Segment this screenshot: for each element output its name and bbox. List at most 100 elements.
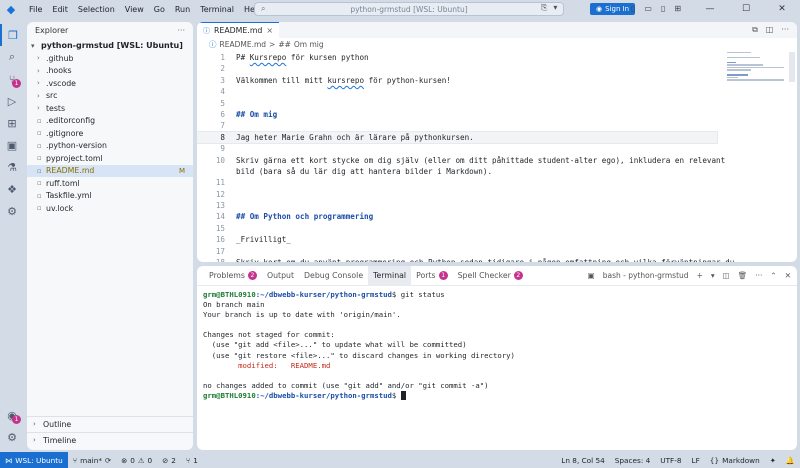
menu-go[interactable]: Go (149, 5, 170, 14)
breadcrumb-file[interactable]: README.md (220, 40, 267, 49)
code-line[interactable]: 2 (197, 63, 717, 74)
tab-debug-console[interactable]: Debug Console (299, 266, 368, 286)
maximize-panel-icon[interactable]: ⌃ (770, 271, 776, 280)
minimize-icon[interactable]: — (692, 0, 728, 18)
breadcrumb-section[interactable]: Om mig (294, 40, 324, 49)
code-line[interactable]: 16 _Frivilligt_ (197, 234, 717, 245)
close-icon[interactable]: ✕ (764, 0, 800, 18)
minimap[interactable] (727, 52, 787, 92)
menu-view[interactable]: View (120, 5, 149, 14)
timeline-section[interactable]: › Timeline (27, 432, 193, 447)
copilot-status-icon[interactable]: ✦ (765, 456, 781, 465)
close-icon[interactable]: ✕ (785, 271, 791, 280)
customize-layout-icon[interactable]: ⊞ (674, 4, 681, 13)
tree-file[interactable]: ▫ .editorconfig (27, 115, 193, 128)
encoding[interactable]: UTF-8 (655, 456, 686, 465)
code-line[interactable]: 3 Välkommen till mitt kursrepo för python… (197, 75, 717, 86)
source-control-icon[interactable]: ⑂ 1 (0, 68, 24, 90)
tree-file[interactable]: ▫ ruff.toml (27, 177, 193, 190)
run-debug-icon[interactable]: ▷ (0, 90, 24, 112)
more-actions-icon[interactable]: ··· (177, 26, 185, 35)
extensions-icon[interactable]: ⊞ (0, 112, 24, 134)
account-icon[interactable]: ◉ 1 (0, 404, 24, 426)
code-line[interactable]: 17 (197, 246, 717, 257)
tree-file[interactable]: ▫ .python-version (27, 140, 193, 153)
code-line[interactable]: 5 (197, 98, 717, 109)
command-center[interactable]: ⌕ python-grmstud [WSL: Ubuntu] (254, 2, 564, 16)
toggle-panel-icon[interactable]: ▭ (644, 4, 652, 13)
ports-indicator[interactable]: ⊘ 2 (157, 456, 181, 465)
tree-folder[interactable]: › .github (27, 52, 193, 65)
problems-indicator[interactable]: ⊗ 0 ⚠ 0 (116, 456, 157, 465)
cursor-position[interactable]: Ln 8, Col 54 (556, 456, 609, 465)
code-line[interactable]: bild (bara så du lär dig att hantera bil… (197, 166, 717, 177)
python-icon[interactable]: ❖ (0, 178, 24, 200)
spelling-squiggle[interactable]: Kursrepo (250, 53, 287, 62)
code-area[interactable]: 1 P# Kursrepo för kursen python 2 3 Välkomme… (197, 52, 735, 262)
code-line[interactable]: 7 (197, 120, 717, 131)
tree-folder[interactable]: › .hooks (27, 65, 193, 78)
tree-file[interactable]: ▫ README.md M (27, 164, 193, 177)
sync-icon[interactable]: ⟳ (105, 456, 111, 465)
new-terminal-icon[interactable]: + (697, 271, 703, 280)
code-line[interactable]: 13 (197, 200, 717, 211)
tab-spell-checker[interactable]: Spell Checker 2 (453, 266, 528, 286)
tab-terminal[interactable]: Terminal (368, 266, 412, 286)
settings-gear-icon[interactable]: ⚙ (0, 426, 24, 448)
trash-icon[interactable]: 🗑 (738, 271, 748, 280)
tree-folder[interactable]: › .vscode (27, 77, 193, 90)
more-actions-icon[interactable]: ··· (781, 25, 789, 35)
search-icon[interactable]: ⌕ (0, 46, 24, 68)
code-line[interactable]: 9 (197, 143, 717, 154)
code-line[interactable]: 14 ## Om Python och programmering (197, 211, 717, 222)
menu-edit[interactable]: Edit (47, 5, 73, 14)
copilot-icon[interactable]: ⎘ (541, 3, 547, 13)
code-line[interactable]: 10 Skriv gärna ett kort stycke om dig sjä… (197, 155, 725, 166)
outline-section[interactable]: › Outline (27, 416, 193, 431)
code-line[interactable]: 8 Jag heter Marie Grahn och är lärare på … (197, 130, 718, 145)
toggle-primary-sidebar-icon[interactable]: ▯ (631, 4, 635, 13)
terminal-name[interactable]: bash - python-grmstud (603, 271, 689, 280)
tab-ports[interactable]: Ports 1 (411, 266, 453, 286)
editor-scrollbar[interactable] (789, 52, 795, 82)
testing-icon[interactable]: ⚗ (0, 156, 24, 178)
tree-folder[interactable]: › tests (27, 102, 193, 115)
menu-run[interactable]: Run (170, 5, 195, 14)
sign-in-button[interactable]: ◉ Sign In (590, 3, 636, 15)
code-line[interactable]: 12 (197, 189, 717, 200)
close-icon[interactable]: × (266, 26, 273, 35)
menu-terminal[interactable]: Terminal (195, 5, 239, 14)
code-line[interactable]: 4 (197, 86, 717, 97)
code-line[interactable]: 6 ## Om mig (197, 109, 717, 120)
tab-problems[interactable]: Problems 2 (204, 266, 262, 286)
language-mode[interactable]: {} Markdown (705, 456, 765, 465)
tree-folder[interactable]: › src (27, 90, 193, 103)
split-terminal-icon[interactable]: ◫ (723, 271, 730, 280)
remote-ports-indicator[interactable]: ⑂ 1 (181, 456, 203, 465)
tab-output[interactable]: Output (262, 266, 299, 286)
code-line[interactable]: 1 P# Kursrepo för kursen python (197, 52, 717, 63)
chevron-down-icon[interactable]: ▾ (553, 3, 557, 13)
remote-explorer-icon[interactable]: ▣ (0, 134, 24, 156)
explorer-icon[interactable]: ❐ (0, 24, 24, 46)
tree-file[interactable]: ▫ pyproject.toml (27, 152, 193, 165)
end-of-line[interactable]: LF (687, 456, 705, 465)
docker-icon[interactable]: ⚙ (0, 200, 24, 222)
split-editor-icon[interactable]: ◫ (766, 25, 774, 35)
code-line[interactable]: 15 (197, 223, 717, 234)
spelling-squiggle[interactable]: kursrepo (327, 76, 364, 85)
open-preview-icon[interactable]: ⧉ (752, 25, 758, 35)
code-line[interactable]: 18 Skriv kort om du använt programmering … (197, 257, 735, 262)
menu-selection[interactable]: Selection (73, 5, 120, 14)
menu-file[interactable]: File (24, 5, 47, 14)
indentation[interactable]: Spaces: 4 (610, 456, 655, 465)
tree-file[interactable]: ▫ .gitignore (27, 127, 193, 140)
remote-indicator[interactable]: ⋈ WSL: Ubuntu (0, 452, 68, 468)
maximize-icon[interactable]: ☐ (728, 0, 764, 18)
toggle-secondary-sidebar-icon[interactable]: ▯ (661, 4, 665, 13)
workspace-root[interactable]: ▾ python-grmstud [WSL: Ubuntu] (27, 39, 193, 52)
more-actions-icon[interactable]: ··· (755, 271, 762, 280)
chevron-down-icon[interactable]: ▾ (711, 271, 715, 280)
tree-file[interactable]: ▫ Taskfile.yml (27, 190, 193, 203)
tree-file[interactable]: ▫ uv.lock (27, 202, 193, 215)
